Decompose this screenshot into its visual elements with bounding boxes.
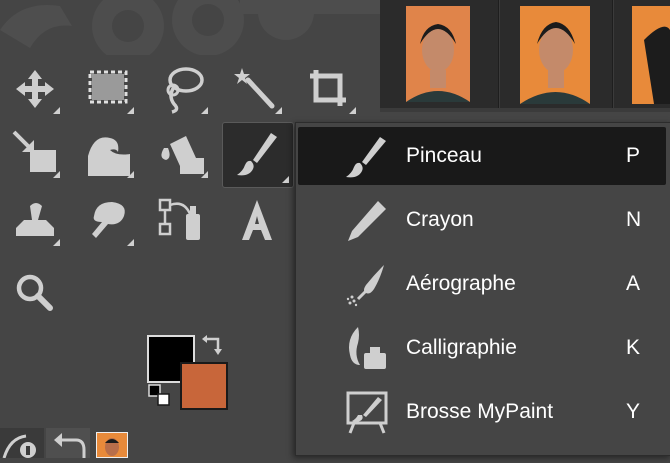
- menu-item-shortcut: K: [626, 336, 641, 359]
- swap-colors-icon[interactable]: [200, 333, 228, 359]
- menu-item-calligraphie[interactable]: Calligraphie K: [298, 319, 666, 377]
- image-thumbnails-strip: [380, 0, 670, 112]
- menu-item-label: Calligraphie: [406, 336, 517, 359]
- default-colors-icon[interactable]: [148, 384, 172, 408]
- tab-tool-options[interactable]: [0, 428, 44, 459]
- background-color-swatch[interactable]: [180, 362, 228, 410]
- text-icon: [242, 200, 272, 240]
- menu-item-crayon[interactable]: Crayon N: [298, 191, 666, 249]
- menu-item-label: Brosse MyPaint: [406, 400, 554, 423]
- wilber-logo: [0, 0, 380, 62]
- image-tab-thumbnail[interactable]: [96, 432, 128, 458]
- tool-text[interactable]: [228, 192, 286, 250]
- tool-zoom[interactable]: [6, 262, 64, 320]
- menu-item-shortcut: P: [626, 144, 641, 167]
- tool-rect-select[interactable]: [80, 60, 138, 118]
- paths-icon: [158, 198, 200, 240]
- menu-item-brosse-mypaint[interactable]: Brosse MyPaint Y: [298, 383, 666, 441]
- zoom-icon: [16, 274, 53, 311]
- menu-item-shortcut: A: [626, 272, 641, 295]
- portrait-thumbnail-icon: [406, 6, 470, 102]
- menu-item-label: Crayon: [406, 208, 474, 231]
- paintbrush-icon: [346, 137, 386, 178]
- tool-unified-transform[interactable]: [6, 124, 64, 182]
- paint-tools-menu: Pinceau P Crayon N Aérographe A Calligra…: [295, 122, 670, 456]
- menu-item-shortcut: Y: [626, 400, 641, 423]
- tool-lasso[interactable]: [154, 60, 212, 118]
- image-thumbnail-1[interactable]: [380, 0, 499, 108]
- portrait-thumbnail-icon: [105, 438, 119, 456]
- tool-warp[interactable]: [80, 124, 138, 182]
- undo-history-icon: [54, 433, 86, 458]
- image-thumbnail-2[interactable]: [500, 0, 613, 108]
- tool-move[interactable]: [6, 60, 64, 118]
- menu-item-label: Aérographe: [406, 272, 516, 295]
- tool-paths[interactable]: [154, 192, 212, 250]
- gimp-logo-watermark: [0, 0, 380, 62]
- tool-options-icon: [2, 434, 36, 459]
- tool-fuzzy-select[interactable]: [228, 60, 286, 118]
- tool-bucket-fill[interactable]: [154, 124, 212, 182]
- tool-paintbrush-active[interactable]: [222, 122, 294, 188]
- ink-icon: [349, 327, 386, 369]
- menu-item-aerographe[interactable]: Aérographe A: [298, 255, 666, 313]
- portrait-thumbnail-icon: [632, 6, 670, 105]
- portrait-thumbnail-icon: [520, 6, 590, 104]
- menu-item-shortcut: N: [626, 208, 642, 231]
- mypaint-brush-icon: [346, 391, 388, 434]
- menu-item-label: Pinceau: [406, 144, 482, 167]
- tool-smudge[interactable]: [80, 192, 138, 250]
- pencil-icon: [348, 201, 386, 241]
- image-thumbnail-3[interactable]: [614, 0, 670, 108]
- menu-item-pinceau[interactable]: Pinceau P: [298, 127, 666, 185]
- tool-clone[interactable]: [6, 192, 64, 250]
- tab-undo-history[interactable]: [46, 428, 90, 458]
- tool-crop[interactable]: [302, 60, 360, 118]
- airbrush-icon: [346, 265, 384, 307]
